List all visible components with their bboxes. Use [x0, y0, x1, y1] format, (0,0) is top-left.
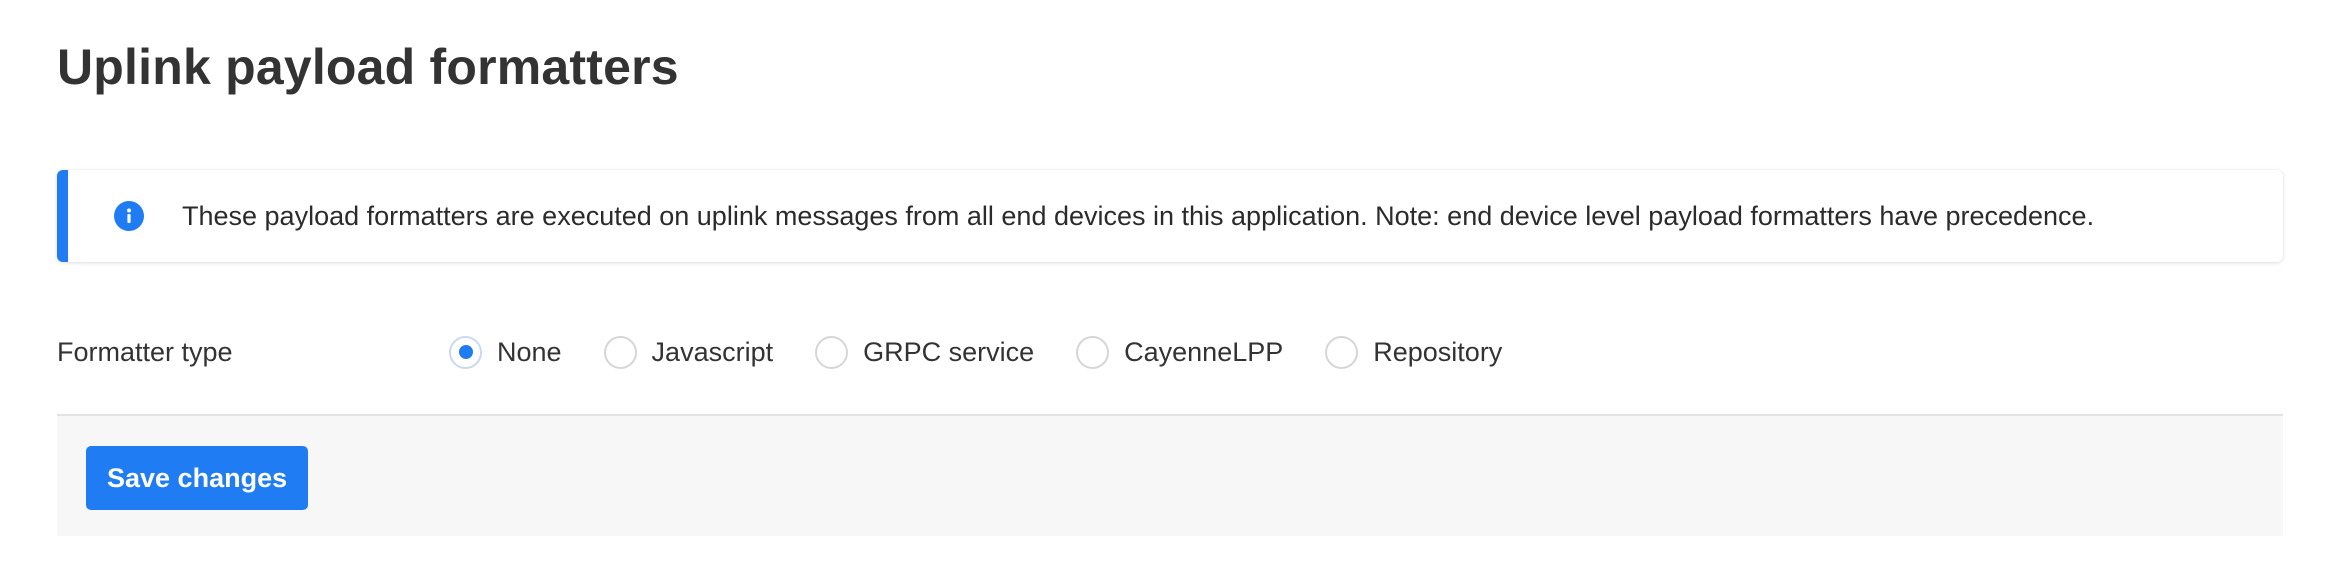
save-changes-button[interactable]: Save changes: [86, 446, 309, 510]
radio-selected-dot: [458, 345, 473, 359]
radio-label-grpc-service: GRPC service: [863, 336, 1035, 367]
radio-button-grpc-service[interactable]: [815, 335, 849, 369]
notice-text: These payload formatters are executed on…: [182, 200, 2095, 231]
radio-option-none[interactable]: None: [449, 335, 562, 369]
page-title: Uplink payload formatters: [57, 39, 679, 95]
radio-button-cayennelpp[interactable]: [1076, 335, 1110, 369]
formatter-type-label: Formatter type: [57, 336, 233, 367]
form-footer: Save changes: [57, 414, 2283, 536]
radio-label-cayennelpp: CayenneLPP: [1124, 336, 1284, 367]
radio-button-javascript[interactable]: [603, 335, 637, 369]
radio-label-repository: Repository: [1373, 336, 1503, 367]
radio-option-cayennelpp[interactable]: CayenneLPP: [1076, 335, 1284, 369]
radio-label-none: None: [497, 336, 562, 367]
info-icon: [114, 201, 144, 231]
radio-label-javascript: Javascript: [651, 336, 774, 367]
info-icon-glyph: [127, 208, 131, 223]
formatter-type-radio-group: None Javascript GRPC service CayenneLPP …: [449, 335, 1544, 369]
info-notice: These payload formatters are executed on…: [57, 170, 2283, 262]
radio-button-repository[interactable]: [1325, 335, 1359, 369]
payload-formatters-page: Uplink payload formatters These payload …: [0, 0, 2336, 588]
radio-option-javascript[interactable]: Javascript: [603, 335, 774, 369]
radio-option-grpc-service[interactable]: GRPC service: [815, 335, 1035, 369]
radio-option-repository[interactable]: Repository: [1325, 335, 1503, 369]
radio-button-none[interactable]: [449, 335, 482, 369]
formatter-type-row: Formatter type None Javascript GRPC serv…: [57, 328, 2283, 376]
